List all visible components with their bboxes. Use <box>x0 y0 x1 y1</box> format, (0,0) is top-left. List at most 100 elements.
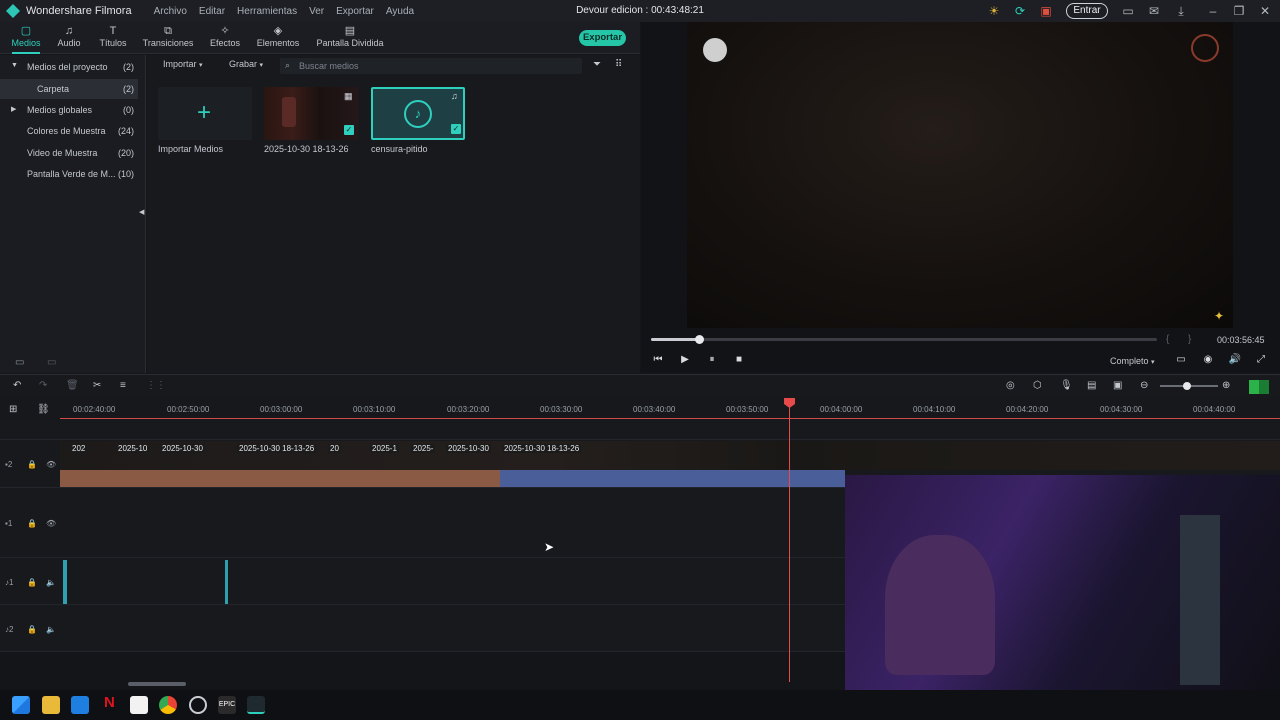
lock-icon[interactable]: 🔒 <box>27 578 37 587</box>
undo-icon[interactable]: ↶ <box>13 380 21 391</box>
restore-icon[interactable]: ❐ <box>1232 4 1246 18</box>
clip-title: 2025-10-30 <box>446 444 491 453</box>
export-button[interactable]: Exportar <box>579 30 626 46</box>
zoom-slider-knob[interactable] <box>1183 382 1191 390</box>
mark-in-icon[interactable]: { <box>1166 334 1169 345</box>
tab-transiciones[interactable]: ⧉ Transiciones <box>140 22 196 54</box>
tab-medios[interactable]: ▢ Medios <box>4 22 48 54</box>
snapshot-icon[interactable]: ◉ <box>1201 353 1215 367</box>
folder-outline-icon[interactable]: ▭ <box>47 357 56 368</box>
mark-out-icon[interactable]: } <box>1188 334 1191 345</box>
delete-icon[interactable]: 🗑 <box>66 380 79 391</box>
media-thumbnail-video[interactable]: ▦ ✓ <box>264 87 358 140</box>
video-app-icon[interactable] <box>130 696 148 714</box>
sidebar-item-count: (20) <box>117 148 134 158</box>
cart-icon[interactable]: ▣ <box>1039 4 1053 18</box>
playback-progress-track[interactable] <box>651 338 1157 341</box>
mail-icon[interactable]: ✉ <box>1147 4 1161 18</box>
sidebar-item-sample-colors[interactable]: Colores de Muestra (24) <box>0 121 138 141</box>
search-placeholder: Buscar medios <box>299 61 359 71</box>
step-back-icon[interactable]: ⏮ <box>651 353 665 367</box>
lock-icon[interactable]: 🔒 <box>27 519 37 528</box>
menu-ver[interactable]: Ver <box>309 6 324 17</box>
windows-start-icon[interactable] <box>12 696 30 714</box>
zoom-in-icon[interactable]: ⊕ <box>1222 380 1230 391</box>
lock-icon[interactable]: 🔒 <box>27 625 37 634</box>
collapse-sidebar-icon[interactable]: ◀ <box>139 208 144 216</box>
pause-icon[interactable]: ⏸ <box>705 353 719 367</box>
timeline-scrollbar[interactable] <box>128 682 186 686</box>
playhead-line[interactable] <box>789 398 790 682</box>
new-folder-icon[interactable]: ▭ <box>15 357 24 368</box>
search-input[interactable]: ⌕ Buscar medios <box>280 58 582 74</box>
speaker-icon[interactable]: 🔈 <box>46 625 56 634</box>
filter-icon[interactable]: ⏷ <box>593 59 601 70</box>
zoom-out-icon[interactable]: ⊖ <box>1140 380 1148 391</box>
download-icon[interactable]: ⤓ <box>1174 4 1188 18</box>
add-track-icon[interactable]: ⊞ <box>9 404 17 415</box>
tab-titulos[interactable]: T Títulos <box>94 22 132 54</box>
layout-grid-icon[interactable] <box>1249 380 1269 394</box>
playback-progress-knob[interactable] <box>695 335 704 344</box>
volume-icon[interactable]: 🔊 <box>1228 353 1242 367</box>
eye-icon[interactable]: 👁 <box>46 460 56 469</box>
sidebar-item-folder[interactable]: Carpeta (2) <box>0 79 138 99</box>
sidebar-item-sample-video[interactable]: Video de Muestra (20) <box>0 143 138 163</box>
lock-icon[interactable]: 🔒 <box>27 460 37 469</box>
tab-efectos[interactable]: ✧ Efectos <box>205 22 245 54</box>
sync-icon[interactable]: ⟳ <box>1013 4 1027 18</box>
audio-clip[interactable] <box>63 560 67 604</box>
minimize-icon[interactable]: – <box>1206 4 1220 18</box>
tab-elementos[interactable]: ◈ Elementos <box>254 22 302 54</box>
file-explorer-icon[interactable] <box>42 696 60 714</box>
audio-waveform-clip[interactable] <box>60 470 500 487</box>
marker-icon[interactable]: ⬡ <box>1033 380 1042 391</box>
login-button[interactable]: Entrar <box>1066 3 1108 19</box>
track-settings-icon[interactable]: ▤ <box>1087 380 1096 391</box>
audio-waveform-clip[interactable] <box>500 470 845 487</box>
menu-archivo[interactable]: Archivo <box>154 6 187 17</box>
quality-dropdown[interactable]: Completo ▾ <box>1110 356 1155 366</box>
redo-icon[interactable]: ↷ <box>39 380 47 391</box>
tab-audio[interactable]: ♫ Audio <box>52 22 86 54</box>
audio-clip[interactable] <box>225 560 228 604</box>
sidebar-item-global-media[interactable]: ▶ Medios globales (0) <box>0 100 138 120</box>
stop-icon[interactable]: ■ <box>732 353 746 367</box>
fullscreen-icon[interactable]: ⤢ <box>1254 353 1268 367</box>
menu-editar[interactable]: Editar <box>199 6 225 17</box>
filmora-taskbar-icon[interactable] <box>247 696 265 714</box>
preview-video[interactable]: ✦ <box>687 22 1233 328</box>
close-icon[interactable]: ✕ <box>1258 4 1272 18</box>
steam-icon[interactable] <box>189 696 207 714</box>
bulb-icon[interactable]: ☀ <box>987 4 1001 18</box>
save-icon[interactable]: ▭ <box>1121 4 1135 18</box>
moon-icon <box>703 38 727 62</box>
mic-icon[interactable]: 🎙 <box>1060 380 1073 391</box>
render-icon[interactable]: ◎ <box>1006 380 1015 391</box>
cut-icon[interactable]: ✂ <box>93 380 101 391</box>
link-icon[interactable]: ⛓ <box>37 404 50 415</box>
speaker-icon[interactable]: 🔈 <box>46 578 56 587</box>
netflix-icon[interactable]: N <box>104 694 115 711</box>
sidebar-item-green-screen[interactable]: Pantalla Verde de M... (10) <box>0 164 138 184</box>
import-dropdown[interactable]: Importar ▾ <box>163 59 203 69</box>
eye-icon[interactable]: 👁 <box>46 519 56 528</box>
import-media-tile[interactable]: + <box>158 87 252 140</box>
epic-games-icon[interactable]: EPIC <box>218 696 236 714</box>
monitor-icon[interactable]: ▭ <box>1174 353 1188 367</box>
menu-exportar[interactable]: Exportar <box>336 6 374 17</box>
media-thumbnail-audio[interactable]: ♪ ♫ ✓ <box>371 87 465 140</box>
plus-icon: + <box>197 99 212 126</box>
snap-icon[interactable]: ▣ <box>1113 380 1122 391</box>
record-dropdown[interactable]: Grabar ▾ <box>229 59 263 69</box>
store-icon[interactable] <box>71 696 89 714</box>
menu-ayuda[interactable]: Ayuda <box>386 6 414 17</box>
play-icon[interactable]: ▶ <box>678 353 692 367</box>
audio-wave-icon[interactable]: ⋮⋮ <box>146 380 166 391</box>
sidebar-item-project-media[interactable]: ▼ Medios del proyecto (2) <box>0 57 138 77</box>
chrome-icon[interactable] <box>159 696 177 714</box>
tab-pantalla-dividida[interactable]: ▤ Pantalla Dividida <box>316 22 384 54</box>
adjust-icon[interactable]: ≡ <box>120 380 126 391</box>
grid-view-icon[interactable]: ⠿ <box>615 59 622 70</box>
menu-herramientas[interactable]: Herramientas <box>237 6 297 17</box>
